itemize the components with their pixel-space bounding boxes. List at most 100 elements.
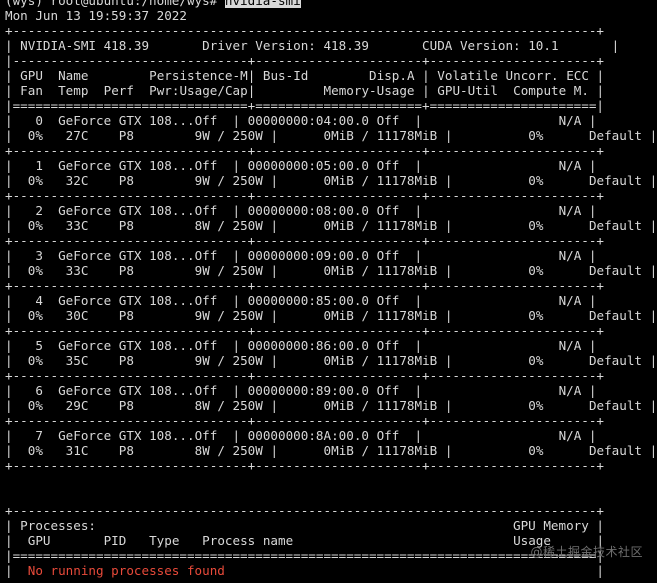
col-persistence: Persistence-M: [149, 68, 248, 83]
gpu-row-line-2: | 0% 33C P8 8W / 250W | 0MiB / 11178MiB …: [5, 218, 655, 233]
col-ecc: Uncorr. ECC: [505, 68, 589, 83]
table-border: |-------------------------------+-------…: [5, 53, 604, 68]
gpu-perf: P8: [118, 173, 134, 188]
gpu-row-border: +-------------------------------+-------…: [5, 368, 604, 383]
gpu-util: 0%: [528, 353, 544, 368]
gpu-memory: 0MiB / 11178MiB: [323, 173, 438, 188]
gpu-util: 0%: [528, 218, 544, 233]
gpu-persistence: Off: [194, 248, 218, 263]
processes-border-top: +---------------------------------------…: [5, 503, 604, 518]
gpu-ecc: N/A: [558, 338, 582, 353]
gpu-persistence: Off: [194, 383, 218, 398]
col-memory-usage: Memory-Usage: [323, 83, 415, 98]
driver-version: Driver Version: 418.39: [202, 38, 369, 53]
gpu-util: 0%: [528, 308, 544, 323]
gpu-row: | 6 GeForce GTX 108...Off | 00000000:89:…: [5, 383, 655, 428]
gpu-row-line-1: | 0 GeForce GTX 108...Off | 00000000:04:…: [5, 113, 597, 128]
col-temp: Temp: [58, 83, 89, 98]
no-processes-message: No running processes found: [27, 563, 225, 578]
gpu-row-border: +-------------------------------+-------…: [5, 323, 604, 338]
gpu-bus-id: 00000000:85:00.0: [247, 293, 369, 308]
gpu-name: GeForce GTX 108...: [58, 248, 195, 263]
proc-col-pid: PID: [103, 533, 127, 548]
gpu-row-border: +-------------------------------+-------…: [5, 278, 604, 293]
gpu-memory: 0MiB / 11178MiB: [323, 353, 438, 368]
gpu-disp: Off: [376, 203, 400, 218]
gpu-disp: Off: [376, 428, 400, 443]
gpu-memory: 0MiB / 11178MiB: [323, 398, 438, 413]
gpu-ecc: N/A: [558, 383, 582, 398]
smi-version: NVIDIA-SMI 418.39: [20, 38, 150, 53]
gpu-row-line-1: | 2 GeForce GTX 108...Off | 00000000:08:…: [5, 203, 597, 218]
processes-empty-row: | No running processes found |: [5, 563, 604, 578]
gpu-row: | 1 GeForce GTX 108...Off | 00000000:05:…: [5, 158, 655, 203]
gpu-power: 8W / 250W: [194, 443, 263, 458]
gpu-row-line-1: | 5 GeForce GTX 108...Off | 00000000:86:…: [5, 338, 597, 353]
gpu-row: | 4 GeForce GTX 108...Off | 00000000:85:…: [5, 293, 655, 338]
gpu-bus-id: 00000000:05:00.0: [247, 158, 369, 173]
col-name: Name: [58, 68, 89, 83]
gpu-disp: Off: [376, 113, 400, 128]
gpu-perf: P8: [118, 128, 134, 143]
proc-col-name: Process name: [202, 533, 294, 548]
gpu-row: | 7 GeForce GTX 108...Off | 00000000:8A:…: [5, 428, 655, 473]
gpu-disp: Off: [376, 338, 400, 353]
gpu-bus-id: 00000000:86:00.0: [247, 338, 369, 353]
gpu-name: GeForce GTX 108...: [58, 158, 195, 173]
timestamp: Mon Jun 13 19:59:37 2022: [5, 8, 187, 23]
processes-title: Processes:: [20, 518, 96, 533]
col-volatile: Volatile: [437, 68, 498, 83]
gpu-disp: Off: [376, 248, 400, 263]
gpu-power: 8W / 250W: [194, 398, 263, 413]
gpu-util: 0%: [528, 398, 544, 413]
gpu-memory: 0MiB / 11178MiB: [323, 443, 438, 458]
gpu-power: 9W / 250W: [194, 128, 263, 143]
shell-prompt-line: (wys) root@ubuntu:/home/wys# nvidia-smi: [5, 0, 655, 8]
gpu-bus-id: 00000000:08:00.0: [247, 203, 369, 218]
gpu-persistence: Off: [194, 158, 218, 173]
shell-prompt: (wys) root@ubuntu:/home/wys#: [5, 0, 225, 8]
gpu-perf: P8: [118, 443, 134, 458]
gpu-name: GeForce GTX 108...: [58, 338, 195, 353]
gpu-row-border: +-------------------------------+-------…: [5, 413, 604, 428]
processes-memory-header: GPU Memory: [513, 518, 589, 533]
gpu-persistence: Off: [194, 113, 218, 128]
gpu-row-line-2: | 0% 33C P8 9W / 250W | 0MiB / 11178MiB …: [5, 263, 655, 278]
gpu-ecc: N/A: [558, 203, 582, 218]
gpu-row-line-2: | 0% 27C P8 9W / 250W | 0MiB / 11178MiB …: [5, 128, 655, 143]
gpu-compute: Default: [588, 263, 643, 278]
gpu-ecc: N/A: [558, 113, 582, 128]
gpu-ecc: N/A: [558, 293, 582, 308]
gpu-row-line-2: | 0% 35C P8 9W / 250W | 0MiB / 11178MiB …: [5, 353, 655, 368]
gpu-compute: Default: [588, 173, 643, 188]
gpu-ecc: N/A: [558, 158, 582, 173]
column-header-row-1: | GPU Name Persistence-M| Bus-Id Disp.A …: [5, 68, 605, 83]
gpu-row-line-2: | 0% 30C P8 9W / 250W | 0MiB / 11178MiB …: [5, 308, 655, 323]
gpu-disp: Off: [376, 383, 400, 398]
gpu-persistence: Off: [194, 203, 218, 218]
gpu-row-line-1: | 7 GeForce GTX 108...Off | 00000000:8A:…: [5, 428, 597, 443]
cuda-version: CUDA Version: 10.1: [422, 38, 559, 53]
gpu-temp: 29C: [65, 398, 89, 413]
gpu-power: 8W / 250W: [194, 218, 263, 233]
processes-border-bottom: +---------------------------------------…: [5, 578, 655, 583]
col-bus-id: Bus-Id: [262, 68, 309, 83]
gpu-bus-id: 00000000:09:00.0: [247, 248, 369, 263]
table-border-double: |===============================+=======…: [5, 98, 604, 113]
gpu-name: GeForce GTX 108...: [58, 203, 195, 218]
gpu-name: GeForce GTX 108...: [58, 113, 195, 128]
gpu-ecc: N/A: [558, 248, 582, 263]
gpu-name: GeForce GTX 108...: [58, 293, 195, 308]
gpu-perf: P8: [118, 353, 134, 368]
gpu-compute: Default: [588, 128, 643, 143]
gpu-ecc: N/A: [558, 428, 582, 443]
gpu-name: GeForce GTX 108...: [58, 428, 195, 443]
col-gpu-util: GPU-Util: [437, 83, 498, 98]
gpu-name: GeForce GTX 108...: [58, 383, 195, 398]
col-compute: Compute M.: [513, 83, 589, 98]
terminal-window[interactable]: (wys) root@ubuntu:/home/wys# nvidia-smi …: [5, 0, 655, 583]
gpu-row: | 2 GeForce GTX 108...Off | 00000000:08:…: [5, 203, 655, 248]
gpu-temp: 35C: [65, 353, 89, 368]
col-gpu: GPU: [20, 68, 43, 83]
